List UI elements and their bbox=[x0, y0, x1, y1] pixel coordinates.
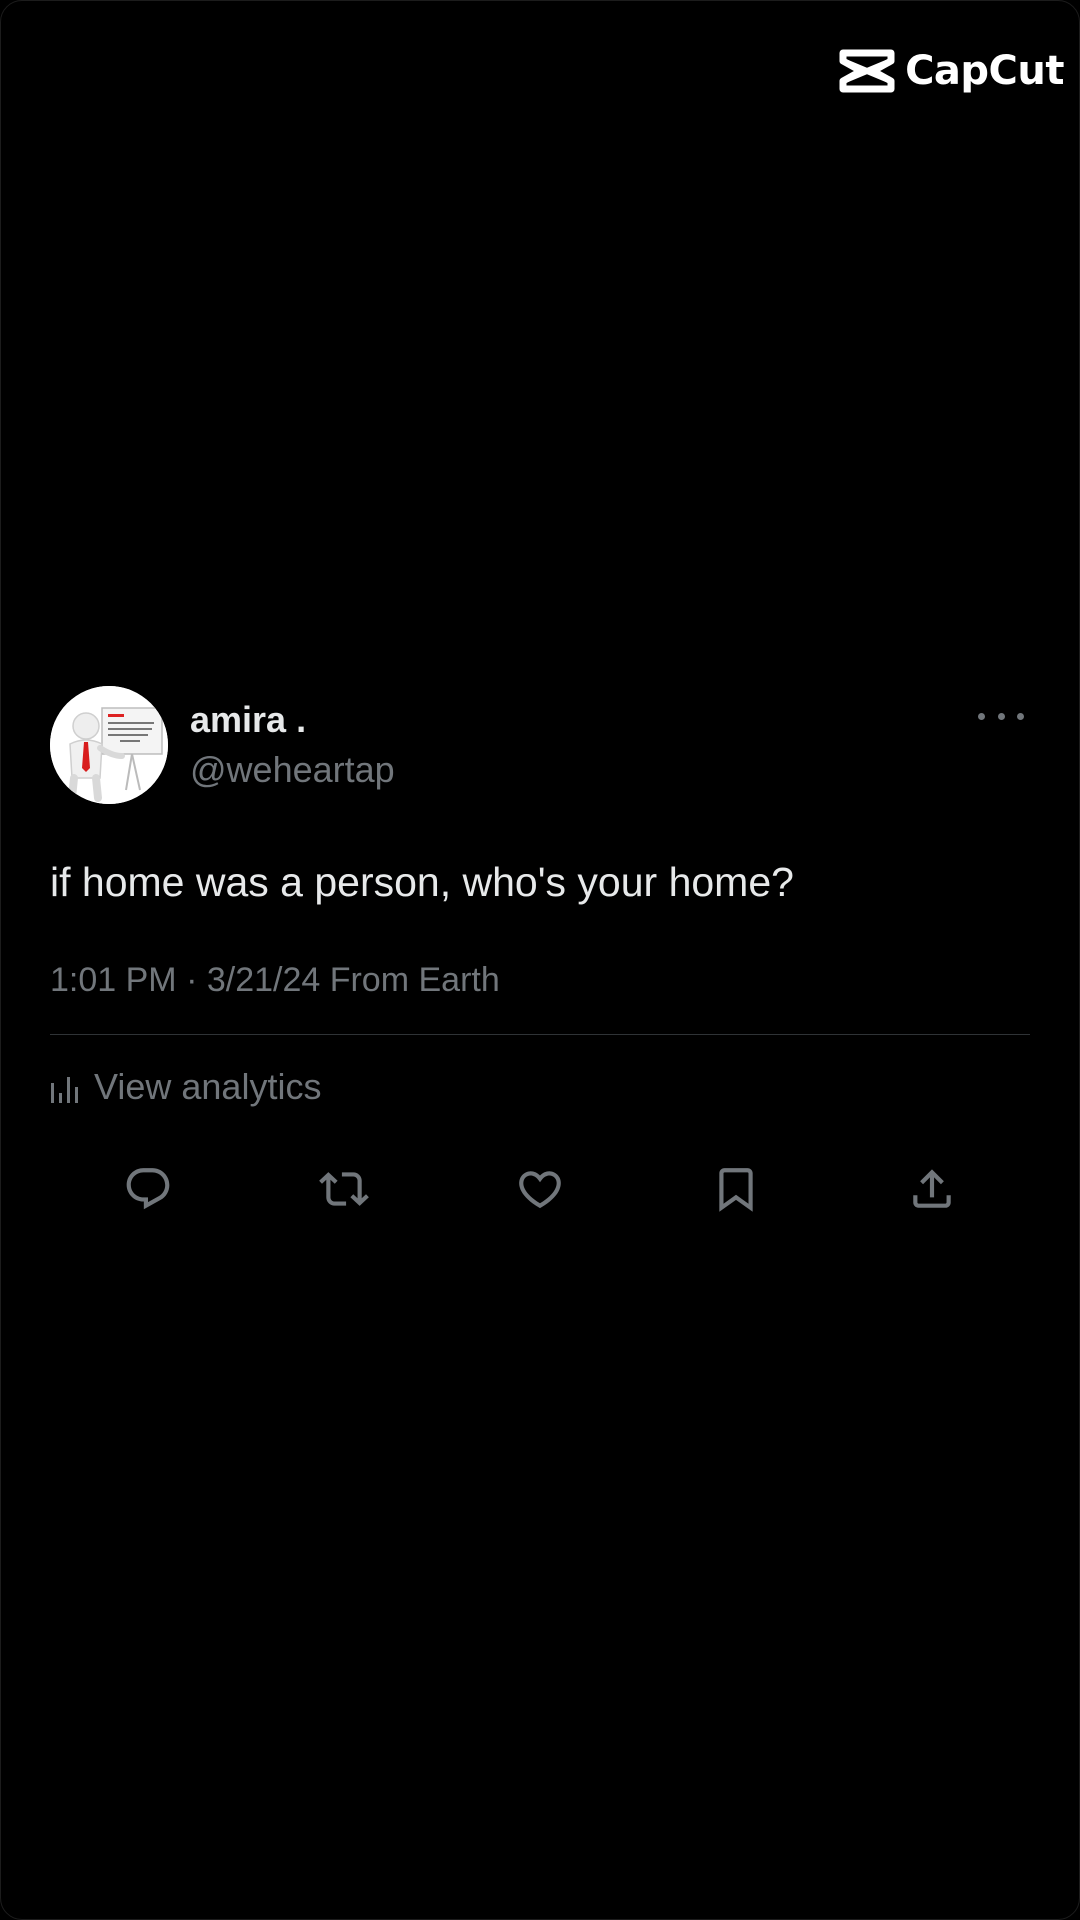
bookmark-button[interactable] bbox=[706, 1159, 766, 1219]
tweet-header: amira . @weheartap bbox=[50, 686, 1030, 806]
tweet-text: if home was a person, who's your home? bbox=[50, 859, 794, 905]
retweet-icon bbox=[319, 1172, 369, 1206]
more-options-icon-dot bbox=[1017, 712, 1024, 720]
view-analytics-link[interactable]: View analytics bbox=[50, 1065, 1030, 1109]
avatar[interactable] bbox=[50, 686, 168, 804]
retweet-button[interactable] bbox=[314, 1159, 374, 1219]
like-button[interactable] bbox=[510, 1159, 570, 1219]
reply-button[interactable] bbox=[118, 1159, 178, 1219]
heart-icon bbox=[519, 1171, 561, 1209]
capcut-watermark: CapCut bbox=[839, 48, 1064, 94]
tweet-actions bbox=[50, 1159, 1030, 1219]
share-icon bbox=[913, 1169, 951, 1208]
watermark-text: CapCut bbox=[905, 48, 1064, 94]
display-name[interactable]: amira . bbox=[190, 698, 395, 742]
presenter-avatar-icon bbox=[50, 686, 168, 804]
more-options-icon-dot bbox=[997, 712, 1005, 720]
user-handle[interactable]: @weheartap bbox=[190, 748, 395, 792]
more-options-icon bbox=[978, 712, 985, 720]
view-analytics-label: View analytics bbox=[94, 1066, 322, 1107]
capcut-logo-icon bbox=[839, 49, 895, 93]
bookmark-icon bbox=[719, 1168, 753, 1212]
reply-icon bbox=[126, 1168, 170, 1210]
more-options-button[interactable] bbox=[978, 704, 1024, 728]
tweet-timestamp[interactable]: 1:01 PM · 3/21/24 From Earth bbox=[50, 960, 1030, 1000]
divider bbox=[50, 1034, 1030, 1035]
tweet-card: amira . @weheartap if home was a person,… bbox=[50, 686, 1030, 1219]
author-info: amira . @weheartap bbox=[190, 698, 395, 792]
bar-chart-icon bbox=[51, 1077, 78, 1103]
share-button[interactable] bbox=[902, 1159, 962, 1219]
